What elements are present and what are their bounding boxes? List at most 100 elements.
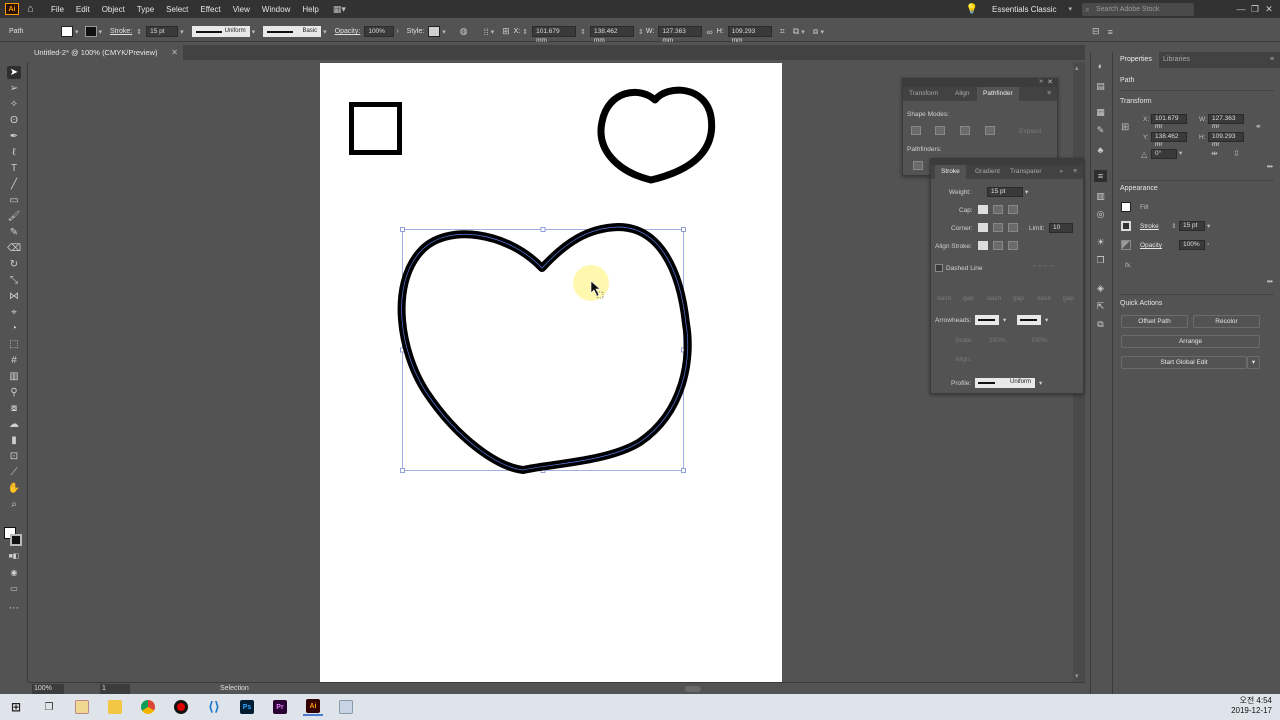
color-mode-icon[interactable]: ■◧ [7, 550, 21, 563]
opacity-label[interactable]: Opacity [1140, 242, 1162, 249]
x-field[interactable]: 101.679 mm [532, 26, 577, 44]
projecting-cap-icon[interactable] [1008, 205, 1018, 214]
chevron-down-icon[interactable]: ▾ [1045, 316, 1048, 324]
type-tool-icon[interactable]: T [7, 162, 21, 175]
exclude-icon[interactable] [985, 126, 995, 135]
stepper-icon[interactable]: ⇕ [638, 28, 644, 36]
transparency-icon[interactable]: ◎ [1094, 208, 1107, 220]
opacity-label[interactable]: Opacity: [335, 28, 361, 35]
butt-cap-icon[interactable] [978, 205, 988, 214]
y-field[interactable]: 138.462 mm [590, 26, 635, 44]
close-icon[interactable]: ✕ [1262, 4, 1276, 15]
rotate-icon[interactable]: ↻ [7, 258, 21, 271]
scale-icon[interactable]: ⤡ [7, 274, 21, 287]
tab-libraries[interactable]: Libraries [1156, 52, 1197, 68]
chevron-down-icon[interactable]: ▾ [180, 28, 184, 36]
chevron-down-icon[interactable]: ▾ [1003, 316, 1006, 324]
bevel-join-icon[interactable] [1008, 223, 1018, 232]
pencil-icon[interactable]: ✎ [7, 226, 21, 239]
tab-transparency[interactable]: Transparer [1004, 165, 1048, 179]
w-field[interactable]: 127.363 mr [1208, 114, 1244, 130]
reference-point-icon[interactable]: ⊞ [502, 26, 510, 37]
limit-field[interactable]: 10 [1049, 223, 1073, 233]
overflow-menu-icon[interactable]: ≡ [1108, 27, 1113, 37]
gradient-panel-icon[interactable]: ▥ [1094, 190, 1107, 202]
chevron-down-icon[interactable]: ▾ [99, 28, 103, 36]
lasso-icon[interactable]: ʘ [7, 114, 21, 127]
tab-gradient[interactable]: Gradient [969, 165, 1006, 179]
artboards-icon[interactable]: ⧉ [1094, 318, 1107, 330]
menu-type[interactable]: Type [137, 5, 154, 14]
artboard-icon[interactable]: ⊡ [7, 450, 21, 463]
link-icon[interactable]: ∞ [706, 27, 712, 37]
panel-grip[interactable]: » ✕ [903, 78, 1057, 87]
miter-join-icon[interactable] [978, 223, 988, 232]
more-options-icon[interactable]: ••• [1267, 277, 1273, 286]
lightbulb-icon[interactable]: 💡 [966, 4, 978, 15]
chevron-right-icon[interactable]: › [1207, 241, 1209, 248]
profile-select[interactable]: Uniform [975, 378, 1035, 388]
opacity-field[interactable]: 100% [1179, 240, 1205, 250]
windows-start-icon[interactable]: ⊞ [6, 698, 26, 716]
reference-point-icon[interactable]: ⊞ [1121, 122, 1129, 133]
minus-front-icon[interactable] [935, 126, 945, 135]
direct-selection-tool-icon[interactable]: ➢ [7, 82, 21, 95]
color-panel-icon[interactable]: ◐ [1094, 60, 1107, 72]
panel-layout-icon[interactable]: ⊟ [1092, 26, 1100, 37]
align-inside-icon[interactable] [993, 241, 1003, 250]
brushes-icon[interactable]: ✎ [1094, 124, 1107, 136]
start-global-edit-button[interactable]: Start Global Edit [1121, 356, 1247, 369]
variable-width-profile[interactable]: Uniform [191, 26, 250, 37]
chevron-down-icon[interactable]: ▾ [75, 28, 79, 36]
graphic-styles-icon[interactable]: ❐ [1094, 254, 1107, 266]
transform-icon[interactable]: ⌗ [780, 26, 785, 37]
close-icon[interactable]: ✕ [171, 45, 178, 60]
tab-pathfinder[interactable]: Pathfinder [977, 87, 1019, 101]
chevron-down-icon[interactable]: ▾ [323, 28, 327, 36]
selection-tool-icon[interactable]: ➤ [7, 66, 21, 79]
chevron-down-icon[interactable]: ▾ [801, 28, 805, 36]
record-icon[interactable] [171, 698, 191, 716]
chevron-down-icon[interactable]: ▾ [252, 28, 256, 36]
zoom-icon[interactable]: ⌕ [7, 498, 21, 511]
scroll-up-icon[interactable]: ▴ [1075, 64, 1079, 72]
layers-icon[interactable]: ◈ [1094, 282, 1107, 294]
collapse-icon[interactable]: » [1039, 78, 1043, 85]
chrome-icon[interactable] [138, 698, 158, 716]
flip-vertical-icon[interactable]: ⇳ [1233, 149, 1240, 158]
stepper-icon[interactable]: ⇕ [136, 28, 142, 36]
chevron-down-icon[interactable]: ▾ [1039, 379, 1042, 387]
status-mode-text[interactable]: Selection [220, 685, 249, 692]
arrange-button[interactable]: Arrange [1121, 335, 1260, 348]
expand-button[interactable]: Expand [1019, 128, 1041, 135]
menu-effect[interactable]: Effect [200, 5, 220, 14]
home-icon[interactable]: ⌂ [27, 3, 39, 15]
stroke-swatch[interactable] [1121, 221, 1131, 231]
flip-horizontal-icon[interactable]: ⇹ [1211, 149, 1218, 158]
end-arrowhead-select[interactable] [1017, 315, 1041, 325]
recolor-button[interactable]: Recolor [1193, 315, 1260, 328]
tab-align[interactable]: Align [949, 87, 975, 101]
shape-builder-icon[interactable]: ◔ [7, 322, 21, 335]
line-tool-icon[interactable]: ╱ [7, 178, 21, 191]
intersect-icon[interactable] [960, 126, 970, 135]
menu-file[interactable]: File [51, 5, 64, 14]
tab-properties[interactable]: Properties [1113, 52, 1159, 68]
task-view-icon[interactable]: ❐ [39, 698, 59, 716]
width-tool-icon[interactable]: ⋈ [7, 290, 21, 303]
angle-field[interactable]: 0° [1151, 149, 1177, 159]
paintbrush-icon[interactable]: 🖌 [7, 210, 21, 223]
fill-swatch[interactable] [61, 26, 73, 37]
stroke-weight-field[interactable]: 15 pt [146, 26, 179, 37]
graph-icon[interactable]: ▮ [7, 434, 21, 447]
fx-button[interactable]: fx. [1125, 262, 1132, 269]
blend-icon[interactable]: ⧇ [7, 402, 21, 415]
start-arrowhead-select[interactable] [975, 315, 999, 325]
y-field[interactable]: 138.462 mr [1151, 132, 1187, 148]
hand-icon[interactable]: ✋ [7, 482, 21, 495]
pen-tool-icon[interactable]: ✒ [7, 130, 21, 143]
scroll-down-icon[interactable]: ▾ [1075, 672, 1079, 680]
curvature-tool-icon[interactable]: ℓ [7, 146, 21, 159]
fill-swatch[interactable] [1121, 202, 1131, 212]
app-icon[interactable] [72, 698, 92, 716]
